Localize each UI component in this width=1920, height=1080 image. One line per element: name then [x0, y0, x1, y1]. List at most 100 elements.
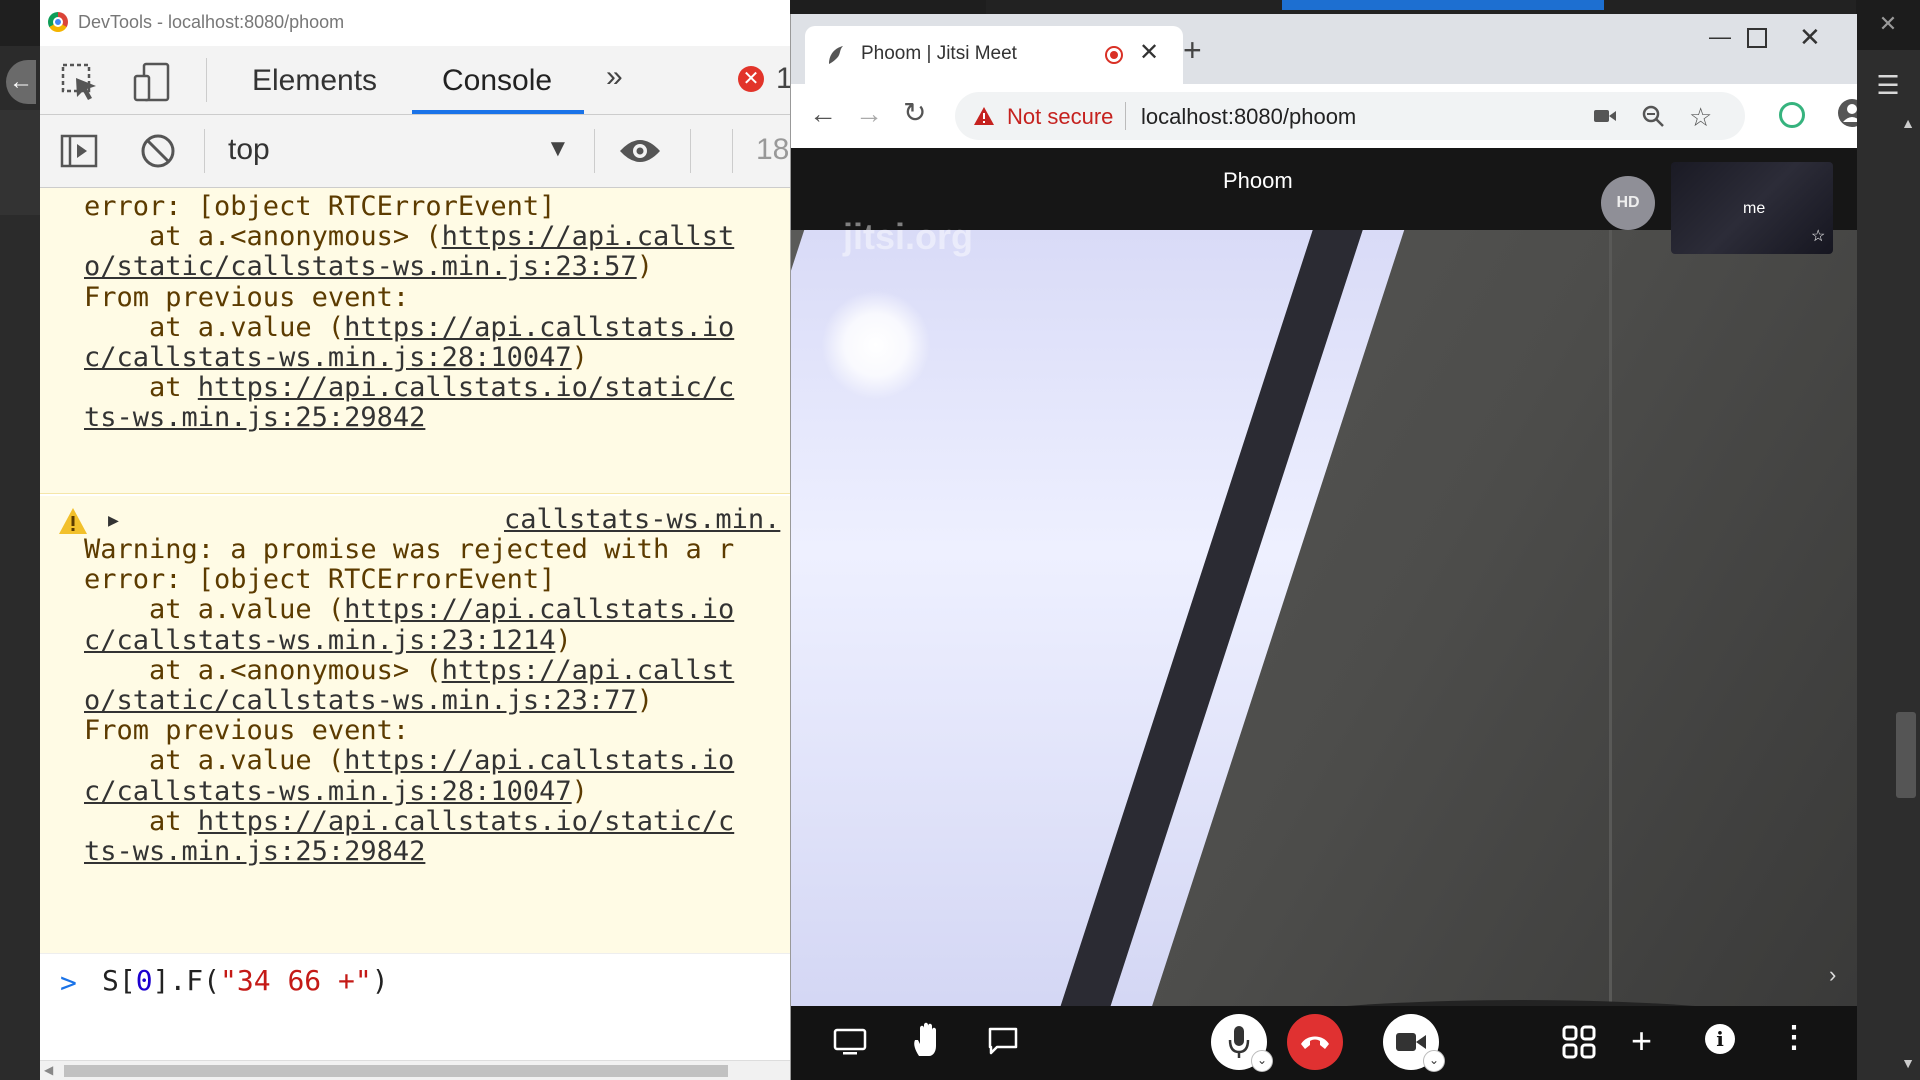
stack-trace-link[interactable]: o/static/callstats-ws.min.js:23:57	[84, 251, 637, 282]
url-text[interactable]: localhost:8080/phoom	[1141, 104, 1356, 130]
new-tab-icon[interactable]: +	[1183, 32, 1202, 69]
chat-icon[interactable]	[987, 1026, 1019, 1056]
camera-options-icon[interactable]: ⌄	[1423, 1050, 1445, 1072]
console-text: From previous event:	[84, 715, 410, 747]
console-text: )	[571, 775, 588, 807]
background-scrollbar-thumb[interactable]	[1896, 712, 1916, 798]
warning-icon	[59, 508, 87, 534]
browser-tab[interactable]: Phoom | Jitsi Meet ✕	[805, 26, 1183, 84]
stack-trace-link[interactable]: https://api.callst	[442, 221, 735, 252]
console-line: at a.value (https://api.callstats.io	[84, 745, 734, 776]
stack-trace-link[interactable]: ts-ws.min.js:25:29842	[84, 836, 425, 867]
stack-trace-link[interactable]: https://api.callst	[442, 655, 735, 686]
context-dropdown-icon[interactable]: ▼	[546, 135, 570, 163]
browser-toolbar: ← → ↻ Not secure localhost:8080/phoom ☆	[791, 84, 1857, 149]
video-quality-badge[interactable]: HD	[1601, 176, 1655, 230]
console-text: at a.value (	[84, 594, 345, 626]
maximize-icon[interactable]	[1747, 28, 1767, 48]
local-participant-name: me	[1743, 200, 1766, 217]
local-video-thumbnail[interactable]: me ☆	[1671, 162, 1833, 254]
remote-video[interactable]	[791, 230, 1857, 1006]
jitsi-watermark-logo[interactable]: jitsi.org	[843, 216, 973, 258]
stack-trace-link[interactable]: https://api.callstats.io/static/c	[198, 806, 734, 837]
console-line: at a.<anonymous> (https://api.callst	[84, 221, 734, 252]
moderator-star-icon: ☆	[1811, 228, 1826, 245]
video-wall-seam	[1609, 230, 1612, 1006]
stack-trace-link[interactable]: c/callstats-ws.min.js:28:10047	[84, 776, 572, 807]
camera-in-use-icon[interactable]	[1593, 106, 1617, 126]
stack-trace-link[interactable]: c/callstats-ws.min.js:23:1214	[84, 625, 555, 656]
hangup-button[interactable]	[1287, 1014, 1343, 1070]
prompt-token: ].F(	[152, 964, 221, 997]
not-secure-warning-icon[interactable]	[973, 106, 995, 126]
error-count[interactable]: 1	[776, 62, 790, 96]
live-expression-eye-icon[interactable]	[618, 135, 662, 167]
microphone-options-icon[interactable]: ⌄	[1251, 1050, 1273, 1072]
tile-view-icon[interactable]	[1561, 1024, 1597, 1060]
filmstrip-toggle-icon[interactable]: ›	[1829, 962, 1836, 988]
minimize-icon[interactable]: —	[1709, 24, 1731, 50]
info-icon[interactable]: i	[1705, 1024, 1735, 1054]
stack-trace-link[interactable]: ts-ws.min.js:25:29842	[84, 402, 425, 433]
stack-trace-link[interactable]: https://api.callstats.io	[344, 594, 734, 625]
tab-close-icon[interactable]: ✕	[1139, 38, 1159, 67]
back-icon[interactable]: ←	[809, 98, 837, 130]
console-line: ts-ws.min.js:25:29842	[84, 402, 425, 433]
error-badge-icon[interactable]: ✕	[738, 66, 764, 92]
tab-elements[interactable]: Elements	[252, 64, 377, 98]
background-scroll-up-icon[interactable]: ▲	[1896, 115, 1920, 139]
not-secure-label[interactable]: Not secure	[1007, 104, 1113, 130]
stack-trace-link[interactable]: c/callstats-ws.min.js:28:10047	[84, 342, 572, 373]
background-close-icon[interactable]: ✕	[1856, 0, 1920, 50]
stack-trace-link[interactable]: https://api.callstats.io	[344, 745, 734, 776]
console-line: at a.<anonymous> (https://api.callst	[84, 655, 734, 686]
address-bar[interactable]: Not secure localhost:8080/phoom ☆	[955, 92, 1745, 140]
background-menu-icon[interactable]: ☰	[1856, 60, 1920, 110]
console-line: From previous event:	[84, 715, 409, 746]
console-line: c/callstats-ws.min.js:23:1214)	[84, 625, 572, 656]
tab-title: Phoom | Jitsi Meet	[861, 43, 1017, 64]
more-actions-icon[interactable]: ⋮	[1779, 1020, 1809, 1055]
browser-window: Phoom | Jitsi Meet ✕ + — ✕ ← → ↻ Not sec…	[790, 14, 1857, 1080]
zoom-icon[interactable]	[1641, 104, 1665, 128]
stack-trace-link[interactable]: https://api.callstats.io/static/c	[198, 372, 734, 403]
console-text: at a.value (	[84, 745, 345, 777]
invite-icon[interactable]: +	[1631, 1020, 1652, 1062]
console-text: )	[636, 251, 653, 283]
toolbar-divider	[732, 129, 733, 173]
show-sidebar-icon[interactable]	[60, 134, 98, 168]
console-prompt[interactable]: > S[0].F("34 66 +")	[40, 953, 790, 1061]
bookmark-star-icon[interactable]: ☆	[1689, 102, 1712, 133]
console-input[interactable]: S[0].F("34 66 +")	[102, 964, 389, 997]
background-scroll-down-icon[interactable]: ▼	[1896, 1055, 1920, 1079]
expand-triangle-icon[interactable]: ▶	[108, 510, 119, 531]
tab-console[interactable]: Console	[442, 64, 552, 98]
stack-trace-link[interactable]: o/static/callstats-ws.min.js:23:77	[84, 685, 637, 716]
scroll-left-icon[interactable]: ◀	[44, 1063, 53, 1077]
jitsi-favicon-icon	[829, 46, 843, 64]
stack-trace-link[interactable]: https://api.callstats.io	[344, 312, 734, 343]
reload-icon[interactable]: ↻	[903, 96, 926, 129]
prompt-token: 0	[135, 964, 153, 997]
more-tabs-button[interactable]: »	[606, 60, 623, 94]
console-text: )	[555, 624, 572, 656]
camera-button[interactable]: ⌄	[1383, 1014, 1445, 1072]
forward-icon[interactable]: →	[855, 98, 883, 130]
extension-icon[interactable]	[1779, 102, 1805, 128]
inspect-element-icon[interactable]	[60, 62, 100, 102]
device-toolbar-icon[interactable]	[132, 62, 172, 102]
log-level-count[interactable]: 18	[756, 133, 789, 167]
profile-icon[interactable]	[1837, 98, 1857, 128]
horizontal-scrollbar[interactable]: ◀	[40, 1060, 790, 1080]
microphone-button[interactable]: ⌄	[1211, 1014, 1273, 1072]
context-selector[interactable]: top	[228, 133, 270, 167]
console-text: Warning: a promise was rejected with a r	[84, 534, 735, 565]
meeting-area: Phoom HD me ☆ jitsi.org › ⌄ ⌄ + i ⋮	[791, 148, 1857, 1080]
warning-source-link[interactable]: callstats-ws.min.	[504, 504, 780, 535]
clear-console-icon[interactable]	[140, 133, 176, 169]
scrollbar-thumb[interactable]	[64, 1065, 728, 1077]
screenshare-icon[interactable]	[833, 1028, 867, 1056]
raise-hand-icon[interactable]	[911, 1022, 943, 1058]
console-text: at a.<anonymous> (	[84, 654, 442, 686]
window-close-icon[interactable]: ✕	[1799, 22, 1821, 53]
